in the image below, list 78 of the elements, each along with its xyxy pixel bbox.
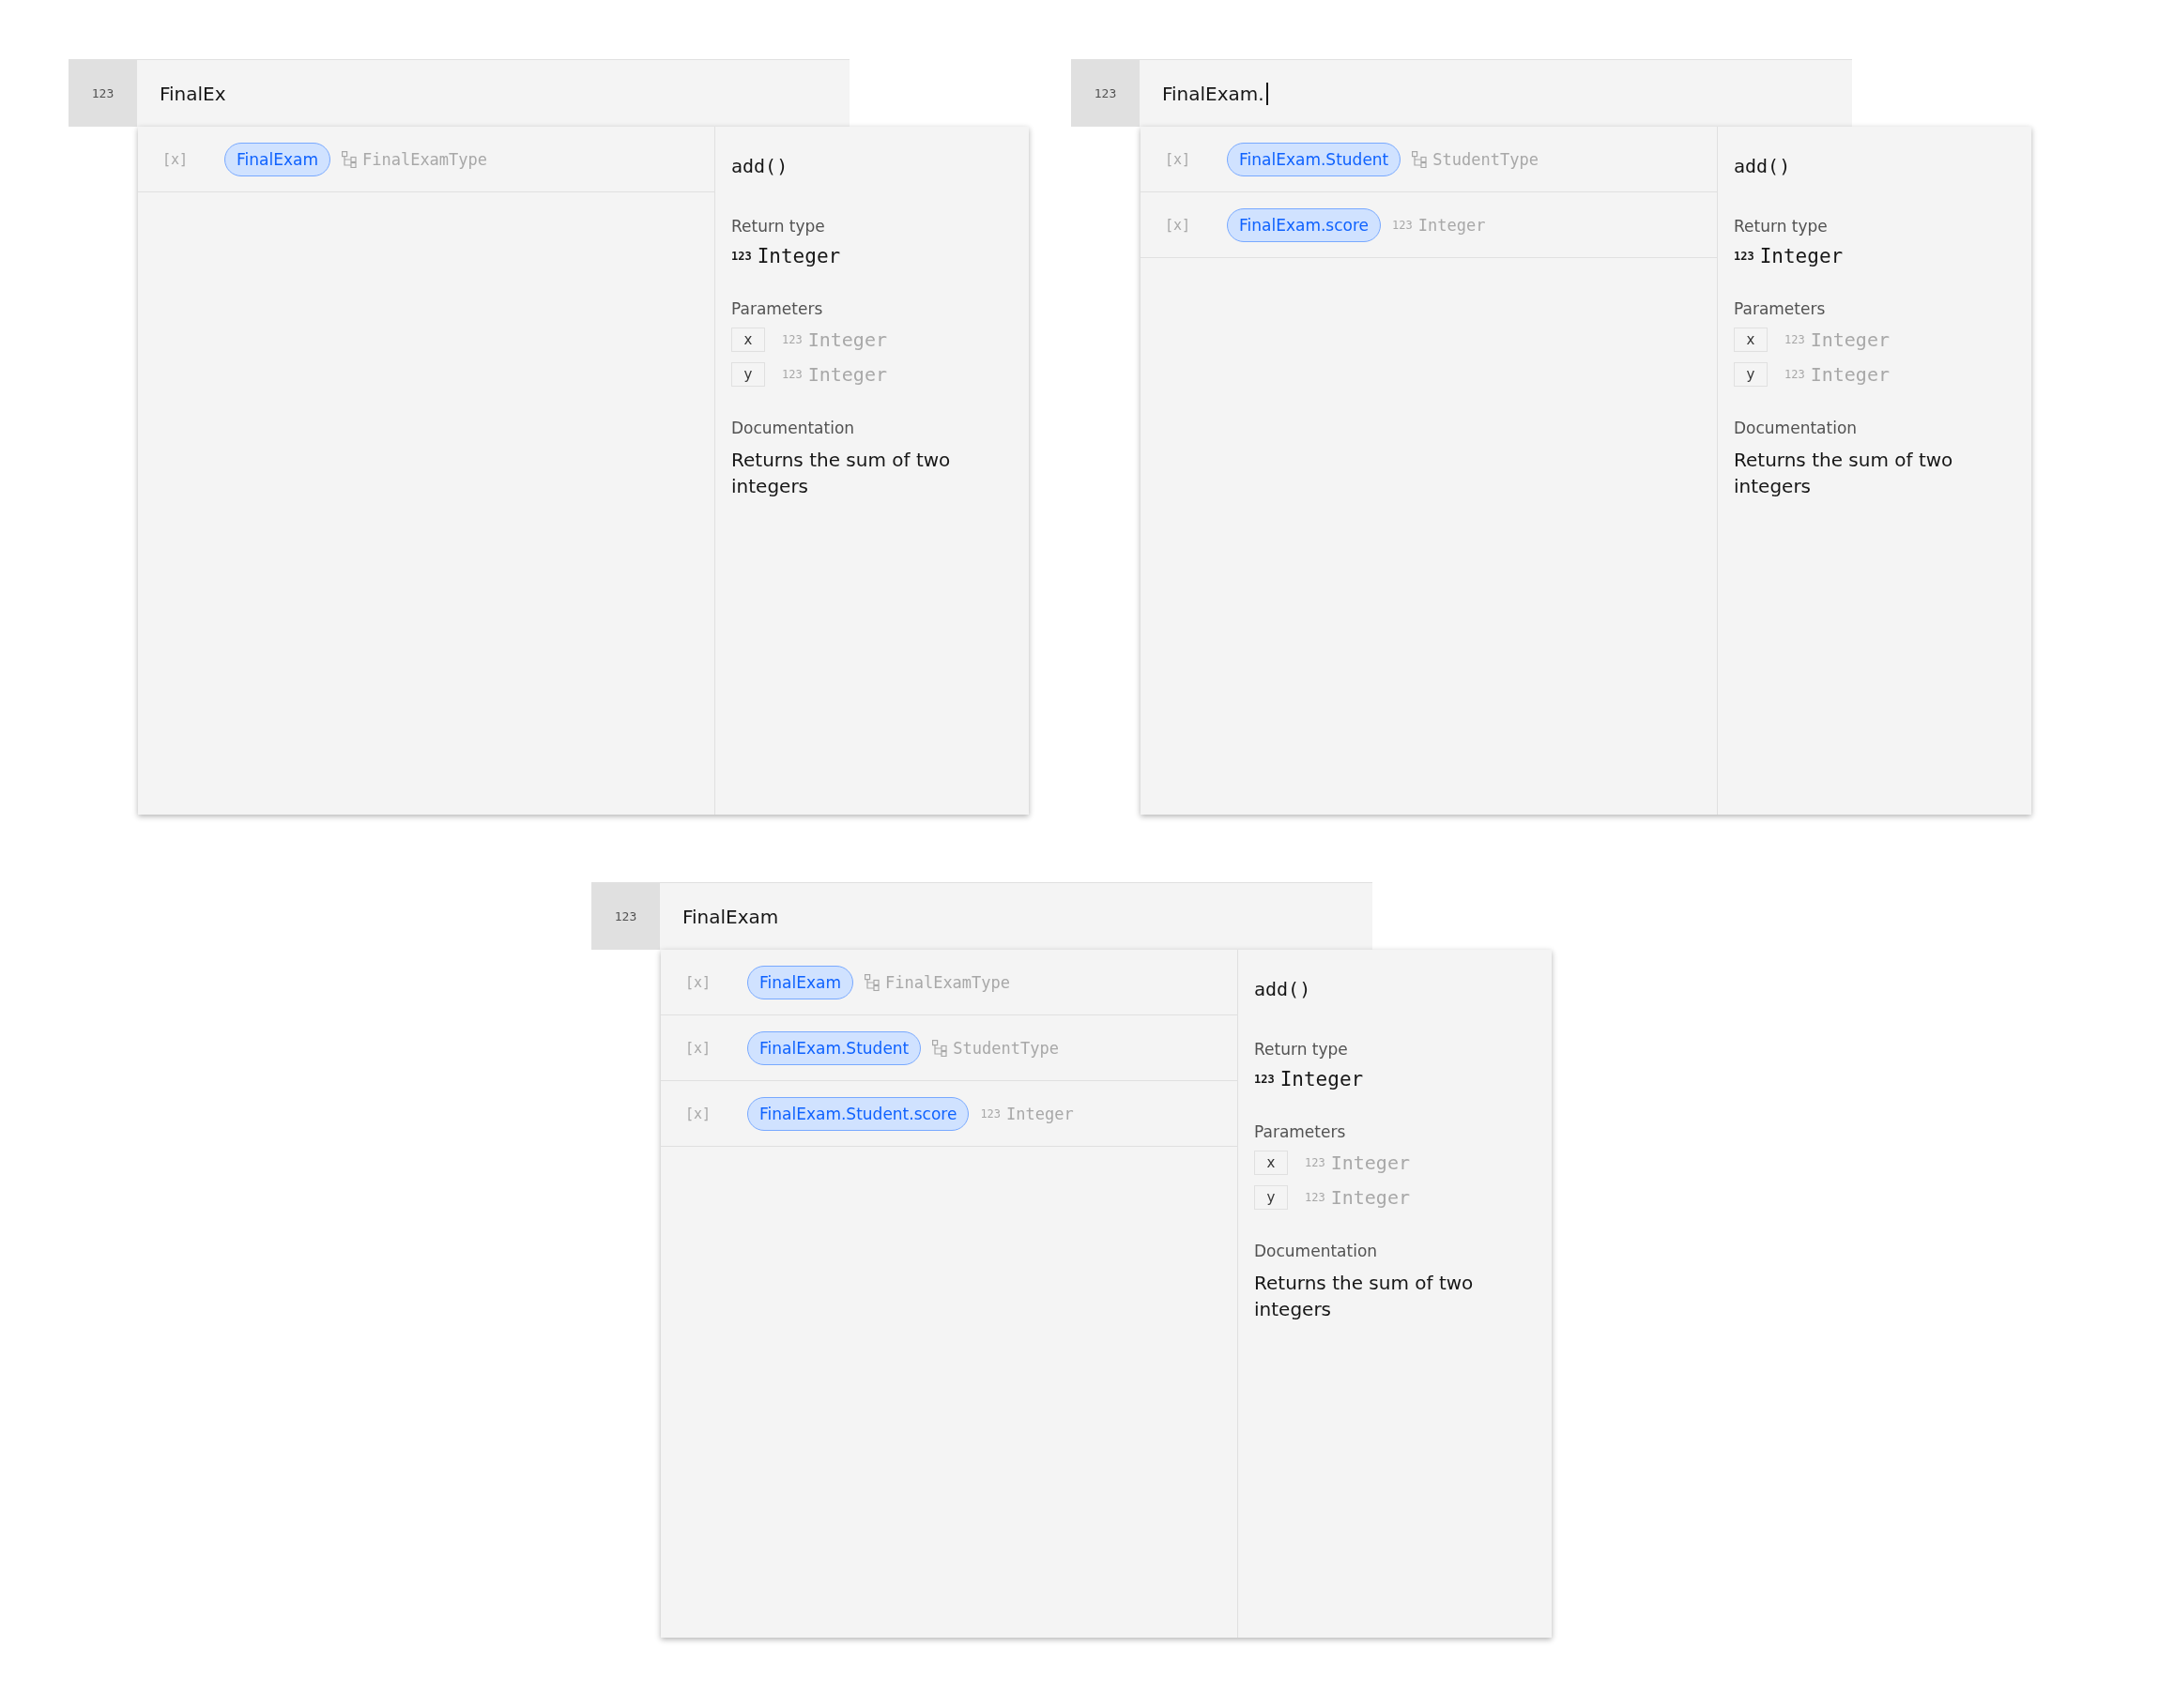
- section-label: Documentation: [731, 419, 856, 437]
- type-name: Integer: [1417, 215, 1486, 235]
- search-field[interactable]: 123 FinalExam.: [1071, 59, 1852, 127]
- number-type-icon: 123: [1784, 333, 1805, 346]
- section-label: Parameters: [1734, 299, 1827, 318]
- number-type-icon: 123: [1071, 60, 1140, 127]
- tree-icon: [864, 973, 880, 991]
- type-name: Integer: [1006, 1104, 1074, 1123]
- type-name: StudentType: [1432, 149, 1539, 169]
- number-type-icon: 123: [1392, 218, 1413, 232]
- number-type-icon: 123: [980, 1106, 1002, 1121]
- type-name: FinalExamType: [361, 149, 488, 169]
- suggestion-item[interactable]: [x] FinalExam FinalExamType: [661, 950, 1237, 1015]
- section-label: Return type: [1734, 217, 1829, 236]
- parameter-type: Integer: [807, 363, 887, 386]
- function-signature: add(): [1254, 978, 1312, 1000]
- suggestion-item[interactable]: [x] FinalExam.score 123 Integer: [1141, 192, 1717, 258]
- number-type-icon: 123: [1254, 1073, 1275, 1086]
- documentation-text: Returns the sum of two integers: [731, 448, 952, 499]
- number-type-icon: 123: [69, 60, 137, 127]
- section-label: Return type: [731, 217, 826, 236]
- variable-icon: [x]: [661, 1039, 747, 1057]
- number-type-icon: 123: [1784, 368, 1805, 381]
- return-type: Integer: [757, 245, 841, 267]
- variable-tag: FinalExam: [224, 142, 330, 176]
- parameter-type: Integer: [1810, 363, 1890, 386]
- input-text: FinalEx: [160, 82, 226, 105]
- parameter-type: Integer: [1810, 328, 1890, 351]
- search-field[interactable]: 123 FinalExam: [591, 882, 1372, 950]
- parameter-type: Integer: [807, 328, 887, 351]
- number-type-icon: 123: [1305, 1191, 1325, 1204]
- search-field[interactable]: 123 FinalEx: [69, 59, 850, 127]
- variable-tag: FinalExam: [747, 965, 853, 999]
- variable-icon: [x]: [1141, 150, 1227, 168]
- number-type-icon: 123: [1305, 1156, 1325, 1169]
- type-name: StudentType: [953, 1038, 1059, 1058]
- parameter-type: Integer: [1330, 1151, 1410, 1174]
- tree-icon: [932, 1039, 948, 1057]
- section-label: Documentation: [1254, 1242, 1379, 1260]
- parameter-type: Integer: [1330, 1186, 1410, 1209]
- parameter-name: y: [1254, 1185, 1288, 1210]
- number-type-icon: 123: [731, 250, 752, 263]
- number-type-icon: 123: [591, 883, 660, 950]
- parameter-name: x: [1734, 328, 1768, 352]
- type-name: FinalExamType: [884, 972, 1011, 992]
- function-signature: add(): [1734, 155, 1792, 177]
- parameter-name: x: [1254, 1151, 1288, 1175]
- variable-tag: FinalExam.Student: [747, 1030, 922, 1065]
- parameter-name: y: [731, 362, 765, 387]
- documentation-text: Returns the sum of two integers: [1254, 1271, 1475, 1322]
- parameter-name: y: [1734, 362, 1768, 387]
- parameter-name: x: [731, 328, 765, 352]
- number-type-icon: 123: [782, 333, 803, 346]
- section-label: Parameters: [731, 299, 824, 318]
- suggestion-item[interactable]: [x] FinalExam FinalExamType: [138, 127, 714, 192]
- number-type-icon: 123: [782, 368, 803, 381]
- variable-icon: [x]: [138, 150, 224, 168]
- tree-icon: [341, 150, 357, 168]
- section-label: Documentation: [1734, 419, 1859, 437]
- section-label: Parameters: [1254, 1122, 1347, 1141]
- section-label: Return type: [1254, 1040, 1349, 1059]
- function-signature: add(): [731, 155, 789, 177]
- return-type: Integer: [1759, 245, 1844, 267]
- number-type-icon: 123: [1734, 250, 1754, 263]
- variable-tag: FinalExam.Student.score: [747, 1096, 970, 1131]
- variable-tag: FinalExam.score: [1227, 207, 1382, 242]
- input-text: FinalExam: [682, 905, 779, 928]
- variable-tag: FinalExam.Student: [1227, 142, 1401, 176]
- variable-icon: [x]: [1141, 216, 1227, 234]
- documentation-text: Returns the sum of two integers: [1734, 448, 1954, 499]
- suggestion-item[interactable]: [x] FinalExam.Student StudentType: [661, 1015, 1237, 1081]
- input-text: FinalExam.: [1162, 82, 1264, 105]
- variable-icon: [x]: [661, 973, 747, 991]
- tree-icon: [1412, 150, 1428, 168]
- variable-icon: [x]: [661, 1105, 747, 1122]
- suggestion-item[interactable]: [x] FinalExam.Student.score 123 Integer: [661, 1081, 1237, 1147]
- return-type: Integer: [1279, 1068, 1364, 1090]
- suggestion-item[interactable]: [x] FinalExam.Student StudentType: [1141, 127, 1717, 192]
